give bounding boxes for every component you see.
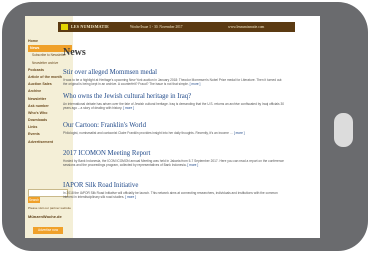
nav-item-advertisement[interactable]: Advertisement (28, 139, 72, 146)
page-title: News (63, 47, 86, 58)
article-title[interactable]: 2017 ICOMON Meeting Report (63, 150, 287, 158)
nav-item-whos-who[interactable]: Who's Who (28, 110, 72, 117)
issue-info: Woche/Issue 1 - 30. November 2017 (130, 25, 183, 29)
more-link[interactable]: [ more ] (190, 82, 201, 86)
more-link[interactable]: [ more ] (123, 106, 134, 110)
site-brand[interactable]: LES NUMISMATIE (71, 22, 109, 32)
home-button[interactable] (334, 113, 353, 147)
site-url[interactable]: www.lesnumismatie.com (228, 22, 264, 32)
article-item: IAPOR Silk Road Initiative In 2018 the I… (63, 182, 287, 199)
article-summary: Philologist, numismatist and cartoonist … (63, 131, 245, 135)
advertise-button[interactable]: Advertise now (33, 227, 63, 234)
partner-link[interactable]: MünzenWoche.de (28, 214, 62, 219)
article-title[interactable]: Who owns the Jewish cultural heritage in… (63, 93, 287, 101)
sidebar-search-input[interactable] (28, 189, 68, 197)
article-summary: It was to be a highlight at Heritage's u… (63, 78, 283, 86)
article-item: Stir over alleged Mommsen medal It was t… (63, 69, 287, 86)
more-link[interactable]: [ more ] (234, 131, 245, 135)
nav-item-home[interactable]: Home (28, 38, 72, 45)
article-item: 2017 ICOMON Meeting Report Hosted by Ban… (63, 150, 287, 167)
more-link[interactable]: [ more ] (125, 195, 136, 199)
article-item: Who owns the Jewish cultural heritage in… (63, 93, 287, 110)
more-link[interactable]: [ more ] (187, 163, 198, 167)
article-summary: An international debate has arisen over … (63, 102, 285, 110)
article-item: Our Cartoon: Franklin's World Philologis… (63, 122, 287, 135)
partner-note: Please visit our partner website (28, 206, 71, 210)
article-summary: In 2018 the IAPOR Silk Road Initiative w… (63, 191, 278, 199)
article-title[interactable]: IAPOR Silk Road Initiative (63, 182, 287, 190)
nav-item-newsletter-archive[interactable]: Newsletter archive (28, 60, 72, 67)
article-summary: Hosted by Bank Indonesia, the ICOM ICOMO… (63, 159, 284, 167)
article-title[interactable]: Our Cartoon: Franklin's World (63, 122, 287, 130)
article-title[interactable]: Stir over alleged Mommsen medal (63, 69, 287, 77)
logo-icon[interactable] (61, 24, 68, 30)
site-header: LES NUMISMATIE Woche/Issue 1 - 30. Novem… (58, 22, 295, 32)
sidebar-search-button[interactable]: Search (28, 197, 40, 203)
